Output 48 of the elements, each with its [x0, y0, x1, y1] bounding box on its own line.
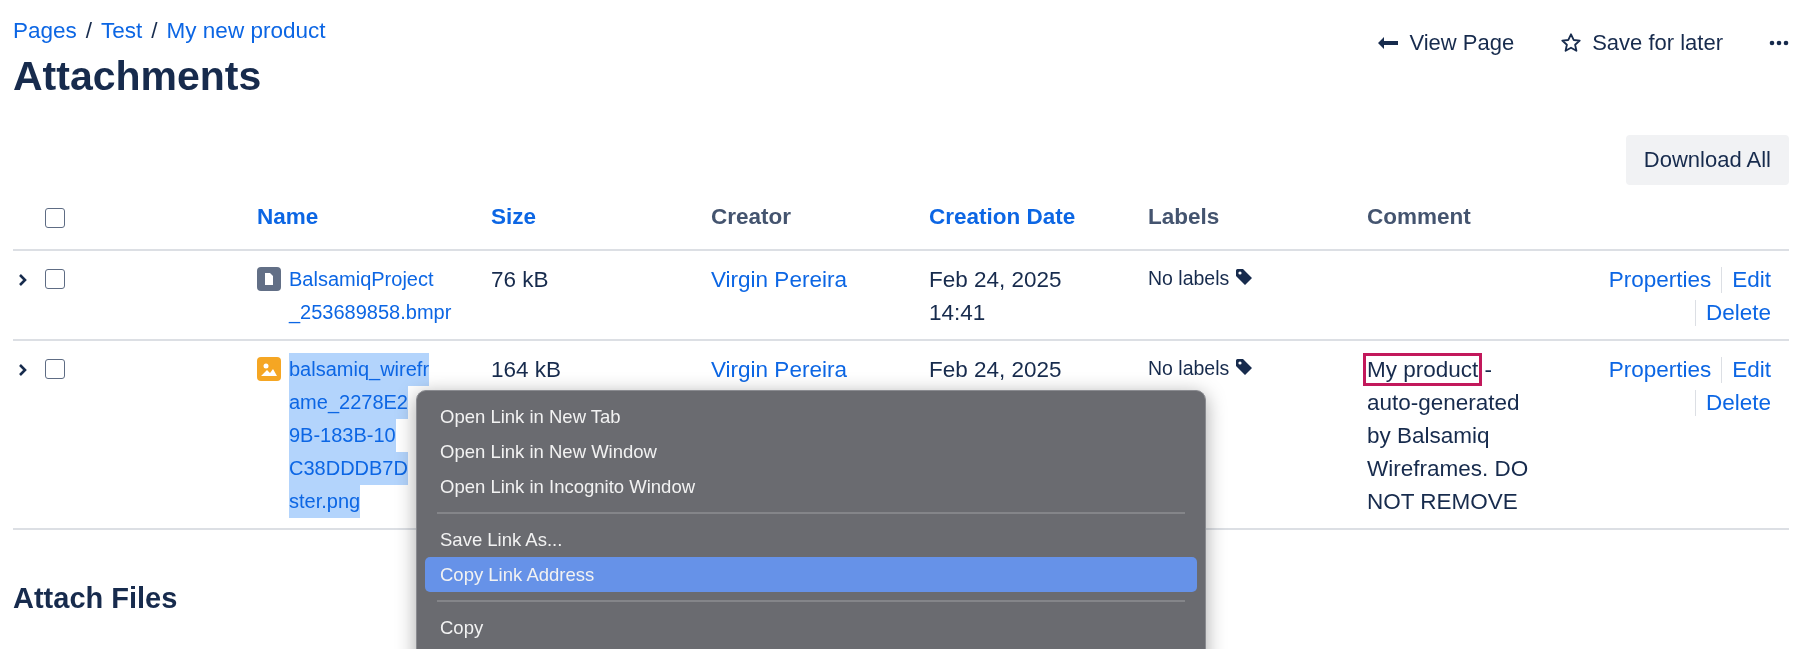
expand-chevron-icon[interactable] [17, 273, 29, 288]
back-arrow-icon [1377, 36, 1400, 50]
page-title: Attachments [13, 52, 263, 101]
more-icon[interactable] [1769, 40, 1789, 46]
star-icon [1560, 32, 1583, 54]
sortable-column-header[interactable]: Name [257, 204, 319, 230]
tag-icon [1235, 268, 1254, 287]
menu-item[interactable]: Save Link As... [425, 522, 1197, 557]
breadcrumb-separator: / [151, 18, 158, 44]
creation-date: 14:41 [929, 299, 986, 328]
properties-link[interactable]: Properties [1608, 263, 1712, 297]
expand-chevron-icon[interactable] [17, 363, 29, 378]
delete-link[interactable]: Delete [1705, 296, 1771, 330]
edit-link[interactable]: Edit [1732, 353, 1771, 387]
breadcrumb-link[interactable]: My new product [166, 18, 326, 44]
tag-icon [1235, 358, 1254, 377]
creation-date: Feb 24, 2025 [929, 266, 1062, 295]
creator-link[interactable]: Virgin Pereira [711, 357, 847, 383]
breadcrumb-link[interactable]: Test [101, 18, 143, 44]
breadcrumb-link[interactable]: Pages [13, 18, 77, 44]
file-name-link[interactable]: BalsamiqProject _253689858.bmpr [289, 263, 452, 330]
column-header: Creator [711, 204, 792, 230]
view-page-button[interactable]: View Page [1377, 30, 1515, 56]
no-labels-text: No labels [1148, 356, 1230, 382]
select-all-checkbox[interactable] [45, 208, 65, 229]
image-icon [257, 357, 281, 382]
file-size: 164 kB [491, 357, 562, 383]
breadcrumb-separator: / [85, 18, 93, 44]
sortable-column-header[interactable]: Creation Date [929, 204, 1076, 230]
properties-link[interactable]: Properties [1608, 353, 1712, 387]
edit-link[interactable]: Edit [1732, 263, 1771, 297]
sortable-column-header[interactable]: Size [491, 204, 537, 230]
section-title: Attach Files [13, 582, 178, 616]
file-size: 76 kB [491, 267, 549, 293]
no-labels-text: No labels [1148, 266, 1230, 292]
document-icon [257, 267, 281, 292]
creation-date: Feb 24, 2025 [929, 356, 1062, 385]
row-checkbox[interactable] [45, 359, 65, 380]
column-header: Comment [1367, 204, 1471, 230]
file-name-link[interactable]: balsamiq_wirefr ame_2278E2 9B-183B-10 C38DDDB7D ster.png [289, 353, 430, 519]
delete-link[interactable]: Delete [1705, 386, 1771, 420]
menu-item[interactable]: Copy [425, 610, 1197, 645]
creator-link[interactable]: Virgin Pereira [711, 267, 847, 293]
column-header: Labels [1148, 204, 1220, 230]
save-for-later-button[interactable]: Save for later [1560, 30, 1723, 56]
download-all-button[interactable]: Download All [1625, 135, 1789, 186]
row-checkbox[interactable] [45, 269, 65, 290]
menu-item[interactable]: Copy Link Address [425, 557, 1197, 592]
